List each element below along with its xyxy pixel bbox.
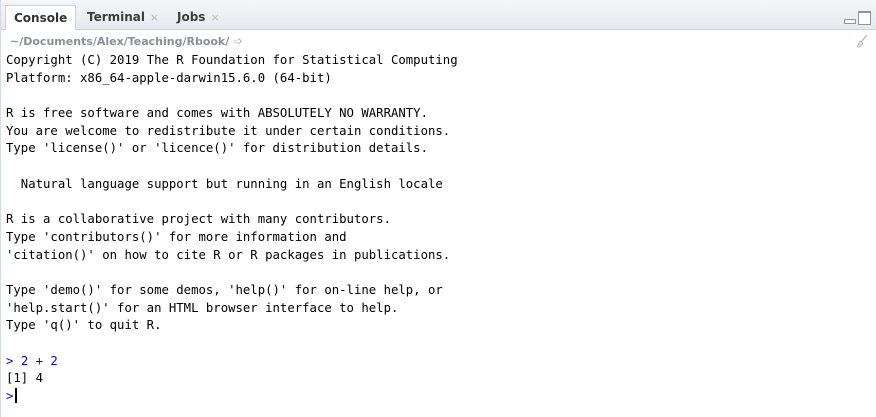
tab-console-label: Console — [14, 11, 68, 25]
close-icon[interactable]: × — [210, 11, 219, 24]
startup-message: Copyright (C) 2019 The R Foundation for … — [6, 52, 876, 353]
clear-console-icon[interactable] — [855, 34, 869, 48]
console-line: Type 'license()' or 'licence()' for dist… — [6, 141, 428, 156]
tab-jobs-label: Jobs — [177, 10, 206, 24]
console-line: Natural language support but running in … — [6, 176, 443, 191]
console-line: R is free software and comes with ABSOLU… — [6, 106, 428, 121]
command-line: > 2 + 2 — [6, 353, 876, 371]
tab-terminal[interactable]: Terminal × — [79, 5, 167, 30]
console-output[interactable]: Copyright (C) 2019 The R Foundation for … — [1, 52, 876, 417]
tab-bar: Console Terminal × Jobs × — [1, 0, 876, 31]
maximize-icon[interactable] — [858, 11, 871, 25]
working-directory-label: ~/Documents/Alex/Teaching/Rbook/ — [10, 35, 230, 48]
tab-console[interactable]: Console — [5, 5, 77, 31]
tab-terminal-label: Terminal — [87, 10, 146, 24]
working-directory-path: ~/Documents/Alex/Teaching/Rbook/➩ — [10, 34, 243, 48]
console-pane: Console Terminal × Jobs × ~/Documents/Alex… — [0, 0, 876, 417]
command-output: [1] 4 — [6, 371, 44, 386]
minimize-icon[interactable] — [844, 19, 856, 24]
prompt-symbol: > — [6, 389, 14, 404]
goto-directory-icon[interactable]: ➩ — [233, 34, 243, 48]
console-line: Type 'contributors()' for more informati… — [6, 229, 347, 244]
console-line: 'help.start()' for an HTML browser inter… — [6, 300, 399, 315]
console-line: Type 'demo()' for some demos, 'help()' f… — [6, 282, 443, 297]
text-cursor — [15, 388, 18, 404]
working-directory-bar: ~/Documents/Alex/Teaching/Rbook/➩ — [1, 30, 876, 52]
console-line: R is a collaborative project with many c… — [6, 212, 391, 227]
command-text: 2 + 2 — [20, 353, 58, 368]
console-line: 'citation()' on how to cite R or R packa… — [6, 247, 451, 262]
console-line: Platform: x86_64-apple-darwin15.6.0 (64-… — [6, 70, 332, 85]
console-line: Type 'q()' to quit R. — [6, 318, 162, 333]
console-line: You are welcome to redistribute it under… — [6, 123, 451, 138]
tab-jobs[interactable]: Jobs × — [169, 5, 228, 30]
window-controls — [844, 11, 871, 25]
input-line[interactable]: > — [6, 388, 876, 406]
console-line: Copyright (C) 2019 The R Foundation for … — [6, 53, 458, 67]
close-icon[interactable]: × — [150, 11, 159, 24]
